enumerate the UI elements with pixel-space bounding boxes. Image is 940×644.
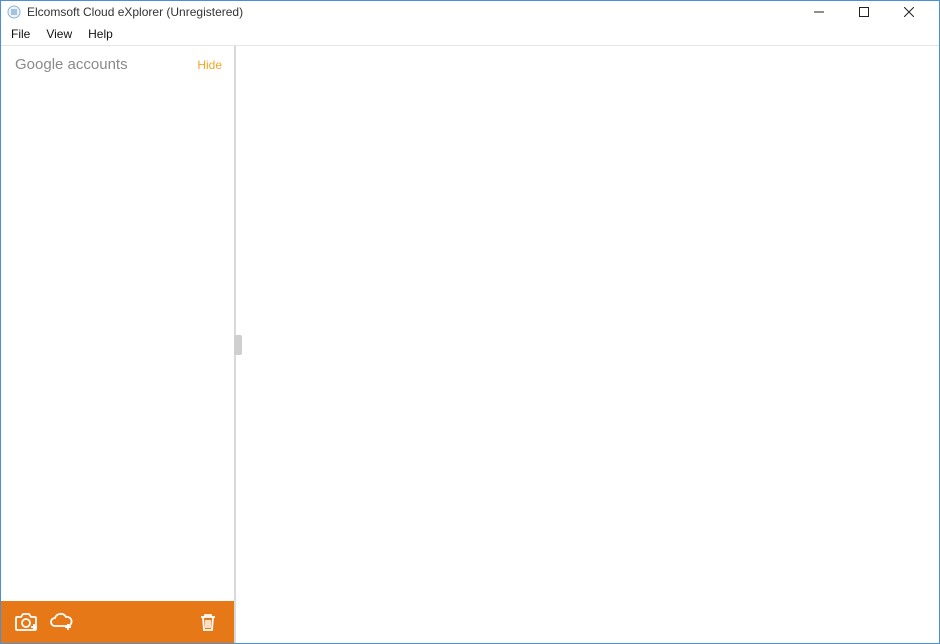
sidebar-hide-link[interactable]: Hide	[197, 58, 222, 72]
sidebar-heading: Google accounts	[15, 56, 128, 73]
add-snapshot-button[interactable]	[11, 606, 43, 638]
cloud-plus-icon	[48, 611, 74, 633]
minimize-button[interactable]	[796, 1, 841, 23]
maximize-button[interactable]	[841, 1, 886, 23]
sidebar: Google accounts Hide	[1, 46, 234, 643]
app-icon	[7, 5, 21, 19]
menu-bar: File View Help	[1, 23, 939, 45]
menu-help[interactable]: Help	[80, 25, 121, 43]
trash-icon	[197, 611, 219, 633]
delete-button[interactable]	[192, 606, 224, 638]
sidebar-header: Google accounts Hide	[11, 54, 224, 81]
sidebar-main: Google accounts Hide	[1, 46, 234, 601]
content-area: Google accounts Hide	[1, 46, 939, 643]
main-panel	[242, 46, 939, 643]
close-button[interactable]	[886, 1, 931, 23]
splitter-grip[interactable]	[234, 335, 242, 355]
camera-plus-icon	[14, 611, 40, 633]
splitter[interactable]	[234, 46, 242, 643]
sidebar-toolbar	[1, 601, 234, 643]
window-title: Elcomsoft Cloud eXplorer (Unregistered)	[27, 5, 796, 19]
menu-view[interactable]: View	[38, 25, 80, 43]
menu-file[interactable]: File	[3, 25, 38, 43]
title-bar: Elcomsoft Cloud eXplorer (Unregistered)	[1, 1, 939, 23]
add-cloud-button[interactable]	[45, 606, 77, 638]
